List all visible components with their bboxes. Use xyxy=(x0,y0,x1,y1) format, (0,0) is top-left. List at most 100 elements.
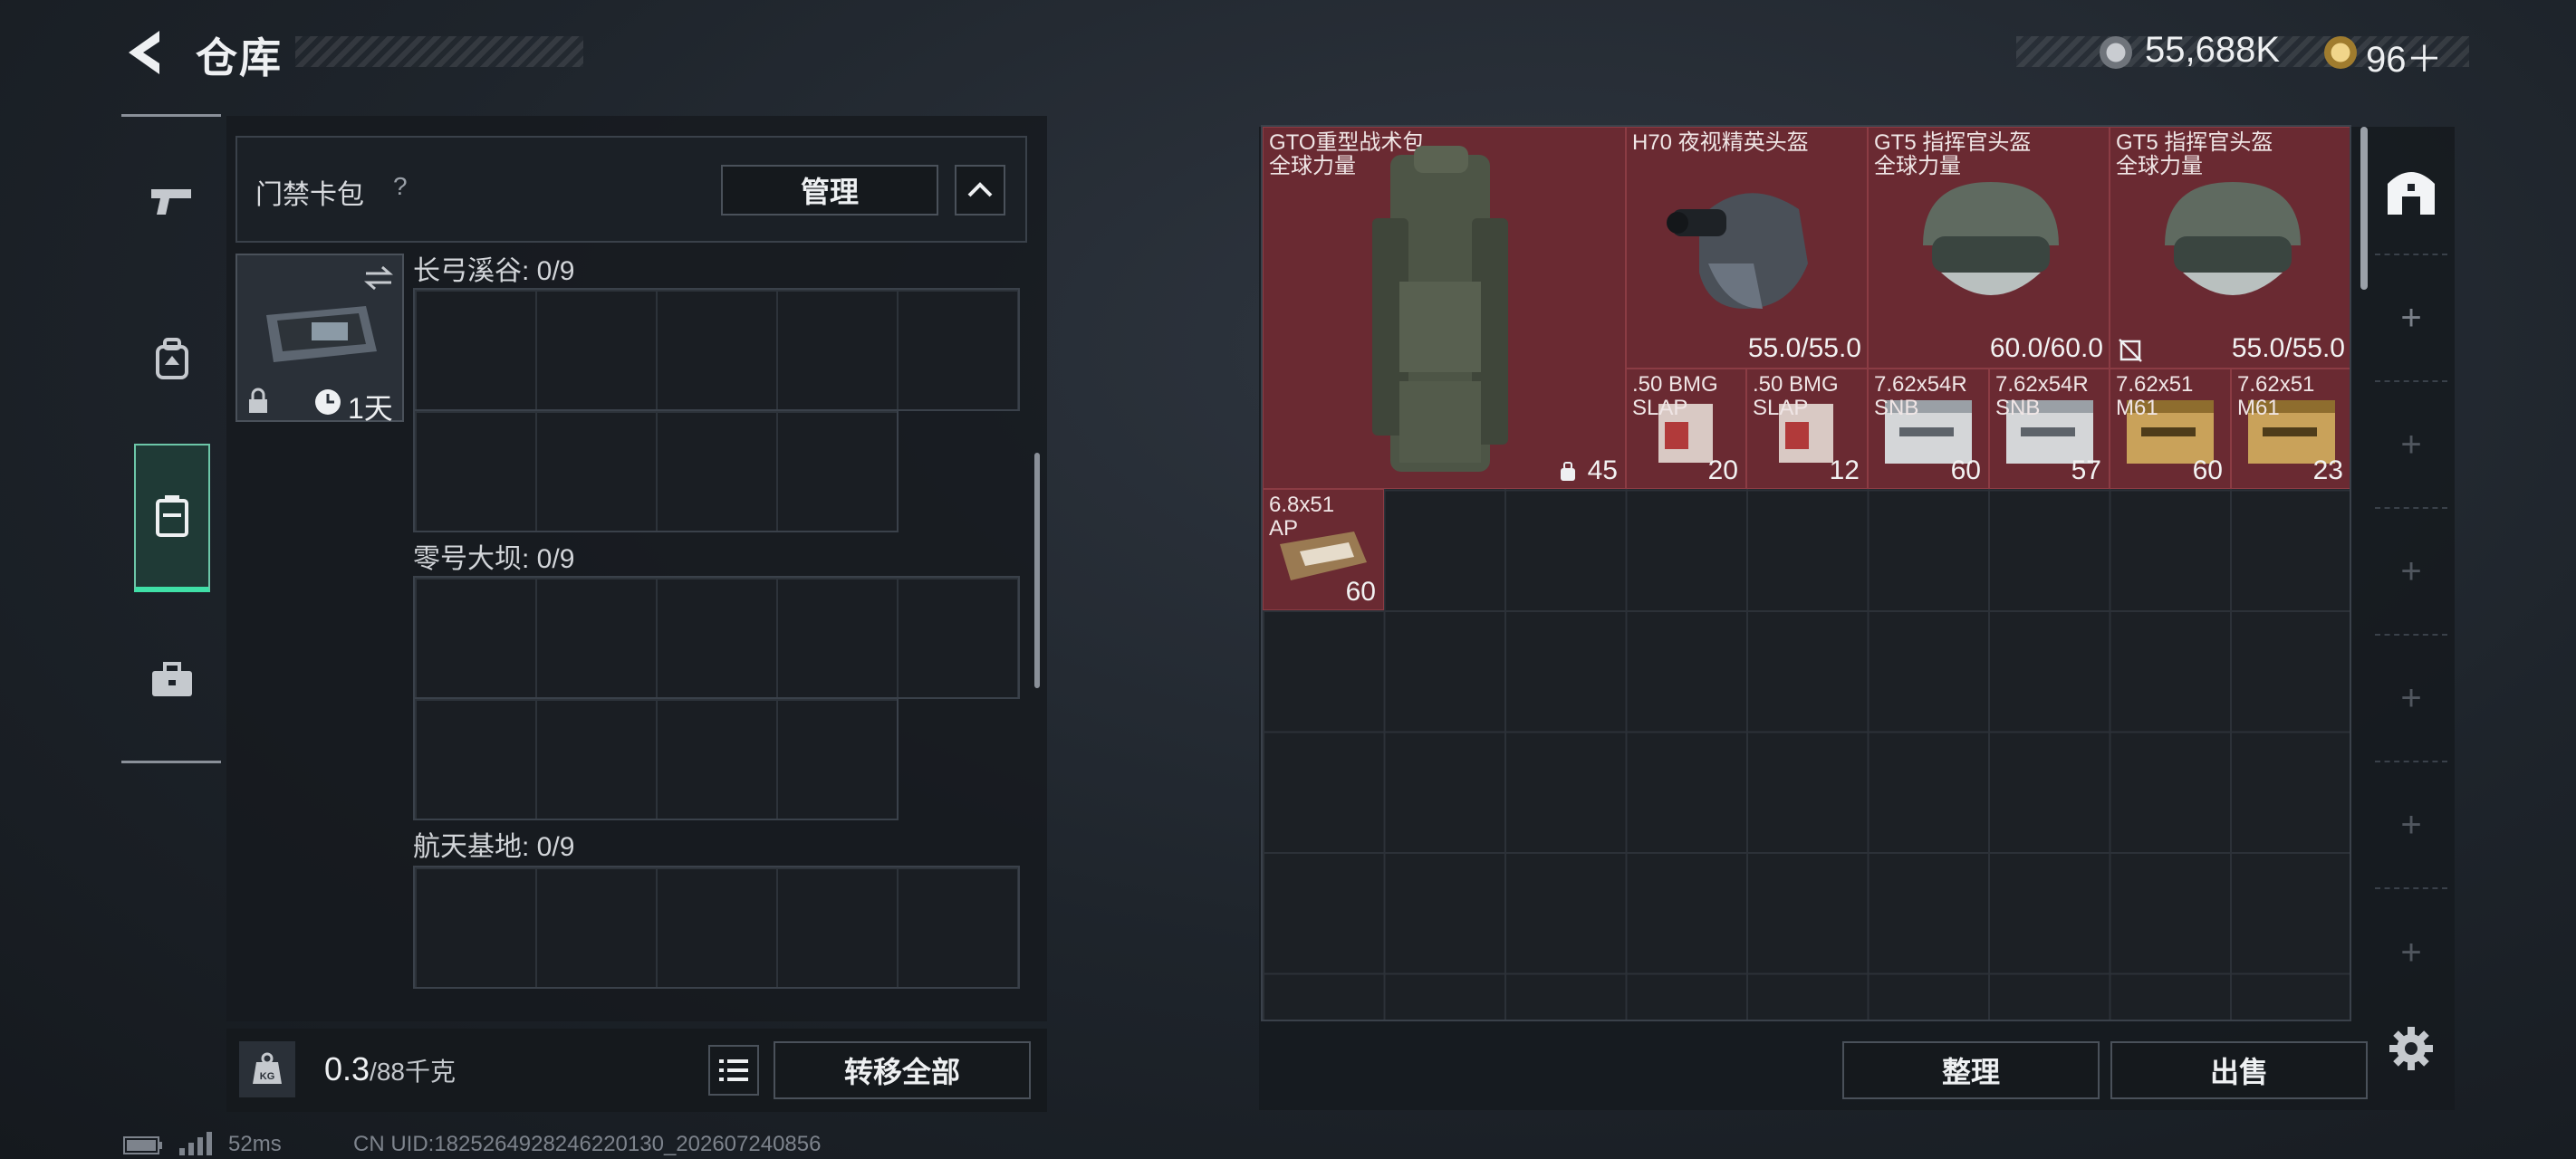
stash-grid[interactable]: GTO重型战术包 全球力量 45 H70 夜视精英头盔 55.0/55.0 GT… xyxy=(1261,125,2351,1021)
clock-icon xyxy=(315,389,341,415)
item-count: 60 xyxy=(1345,577,1376,607)
rail-add-slot-4[interactable]: + xyxy=(2375,636,2447,762)
section-title-dam: 零号大坝: 0/9 xyxy=(413,544,575,574)
pistol-icon xyxy=(151,189,191,215)
capacity-readout: 0.3/88千克 xyxy=(324,1050,456,1088)
item-count: 12 xyxy=(1829,455,1860,485)
page-title: 仓库 xyxy=(196,34,283,81)
stash-scrollbar[interactable] xyxy=(2360,127,2368,290)
stash-item-762x51-2[interactable]: 7.62x51 M61 23 xyxy=(2231,369,2350,489)
help-icon[interactable]: ? xyxy=(393,172,408,201)
battery-icon xyxy=(123,1136,162,1154)
backpack-image xyxy=(1372,146,1508,472)
helmet-image xyxy=(1923,182,2059,295)
capacity-current: 0.3 xyxy=(324,1050,370,1087)
nav-weapons[interactable] xyxy=(134,134,210,270)
keycard-holder-item[interactable]: 1天 xyxy=(235,254,404,425)
item-name: 7.62x54R SNB xyxy=(1995,372,2089,420)
stash-icon xyxy=(2388,172,2435,215)
back-arrow-icon[interactable] xyxy=(123,27,165,78)
item-name: H70 夜视精英头盔 xyxy=(1632,130,1809,155)
stash-item-762x54r-2[interactable]: 7.62x54R SNB 57 xyxy=(1989,369,2110,489)
keycard-title: 门禁卡包 xyxy=(255,180,364,210)
nav-tools[interactable] xyxy=(134,612,210,748)
stash-item-50bmg-1[interactable]: .50 BMG SLAP 20 xyxy=(1626,369,1746,489)
case-icon xyxy=(156,495,188,537)
sell-button[interactable]: 出售 xyxy=(2110,1041,2368,1099)
left-scrollbar[interactable] xyxy=(1034,453,1040,688)
weight-icon: KG xyxy=(239,1041,295,1097)
stash-item-762x54r-1[interactable]: 7.62x54R SNB 60 xyxy=(1868,369,1989,489)
item-name: 7.62x51 M61 xyxy=(2237,372,2315,420)
section-title-longbow: 长弓溪谷: 0/9 xyxy=(413,256,575,286)
plus-icon: + xyxy=(2400,551,2422,591)
stash-item-h70-helmet[interactable]: H70 夜视精英头盔 55.0/55.0 xyxy=(1626,127,1868,369)
item-count: 60 xyxy=(2192,455,2223,485)
stash-item-gt5-helmet-1[interactable]: GT5 指挥官头盔 全球力量 60.0/60.0 xyxy=(1868,127,2110,369)
stash-item-762x51-1[interactable]: 7.62x51 M61 60 xyxy=(2110,369,2231,489)
broken-icon xyxy=(2119,339,2142,362)
stash-item-backpack[interactable]: GTO重型战术包 全球力量 45 xyxy=(1263,127,1626,489)
list-icon xyxy=(719,1059,748,1081)
transfer-all-button[interactable]: 转移全部 xyxy=(774,1041,1031,1099)
item-name: .50 BMG SLAP xyxy=(1753,372,1839,420)
nav-divider-top xyxy=(121,114,221,117)
item-count: 45 xyxy=(1587,455,1618,485)
rail-add-slot-3[interactable]: + xyxy=(2375,509,2447,636)
nav-containers[interactable] xyxy=(134,444,210,592)
rail-add-slot-2[interactable]: + xyxy=(2375,382,2447,509)
keycard-grid-longbow-row2[interactable] xyxy=(413,409,899,532)
item-name: 7.62x54R SNB xyxy=(1874,372,1967,420)
rail-add-slot-6[interactable]: + xyxy=(2375,889,2447,1016)
gold-coin-icon xyxy=(2324,36,2357,69)
sort-button[interactable]: 整理 xyxy=(1842,1041,2100,1099)
silver-amount: 55,688K xyxy=(2145,30,2281,70)
rail-stash-main[interactable] xyxy=(2375,129,2447,255)
swap-icon[interactable] xyxy=(362,264,395,292)
collapse-button[interactable] xyxy=(955,165,1005,216)
section-title-space-base: 航天基地: 0/9 xyxy=(413,832,575,862)
plus-icon: + xyxy=(2400,677,2422,718)
title-decoration xyxy=(295,36,583,67)
keycard-grid-dam-row1[interactable] xyxy=(413,576,1020,699)
settings-gear-icon[interactable] xyxy=(2386,1023,2437,1074)
item-name: .50 BMG SLAP xyxy=(1632,372,1718,420)
helmet-image xyxy=(2165,182,2301,295)
silver-coin-icon xyxy=(2100,36,2132,69)
toolbox-icon xyxy=(152,662,192,696)
plus-icon: + xyxy=(2400,932,2422,972)
item-count: 23 xyxy=(2312,455,2343,485)
helmet-image xyxy=(1667,193,1808,309)
uid-readout: CN UID:1825264928246220130_202607240856 xyxy=(353,1132,822,1156)
rail-add-slot-5[interactable]: + xyxy=(2375,762,2447,889)
item-name: 6.8x51 AP xyxy=(1269,493,1335,541)
gold-amount[interactable]: 96＋ xyxy=(2366,30,2443,82)
stash-item-50bmg-2[interactable]: .50 BMG SLAP 12 xyxy=(1746,369,1868,489)
rail-add-slot-1[interactable]: + xyxy=(2375,255,2447,382)
item-durability: 60.0/60.0 xyxy=(1989,333,2103,363)
item-count: 20 xyxy=(1707,455,1738,485)
capacity-max: /88千克 xyxy=(370,1058,456,1086)
item-durability: 55.0/55.0 xyxy=(2231,333,2345,363)
stash-item-gt5-helmet-2[interactable]: GT5 指挥官头盔 全球力量 55.0/55.0 xyxy=(2110,127,2350,369)
backpack-icon xyxy=(156,338,188,379)
nav-equipment[interactable] xyxy=(134,292,210,427)
stash-item-68x51[interactable]: 6.8x51 AP 60 xyxy=(1263,489,1384,610)
plus-icon: + xyxy=(2400,804,2422,845)
weight-unit: KG xyxy=(260,1071,275,1082)
item-durability: 55.0/55.0 xyxy=(1747,333,1861,363)
plus-icon: + xyxy=(2400,424,2422,465)
keycard-grid-dam-row2[interactable] xyxy=(413,697,899,820)
keycard-case-icon xyxy=(266,306,377,362)
lock-icon xyxy=(249,388,267,413)
manage-button[interactable]: 管理 xyxy=(721,165,938,216)
capacity-icon xyxy=(1561,462,1575,481)
item-name: 7.62x51 M61 xyxy=(2116,372,2194,420)
chevron-up-icon xyxy=(967,182,993,197)
expiry-timer: 1天 xyxy=(348,392,393,425)
ping-readout: 52ms xyxy=(228,1132,282,1156)
keycard-grid-space-row1[interactable] xyxy=(413,866,1020,989)
keycard-grid-longbow-row1[interactable] xyxy=(413,288,1020,411)
list-view-button[interactable] xyxy=(708,1045,759,1096)
nav-divider-bottom xyxy=(121,761,221,763)
